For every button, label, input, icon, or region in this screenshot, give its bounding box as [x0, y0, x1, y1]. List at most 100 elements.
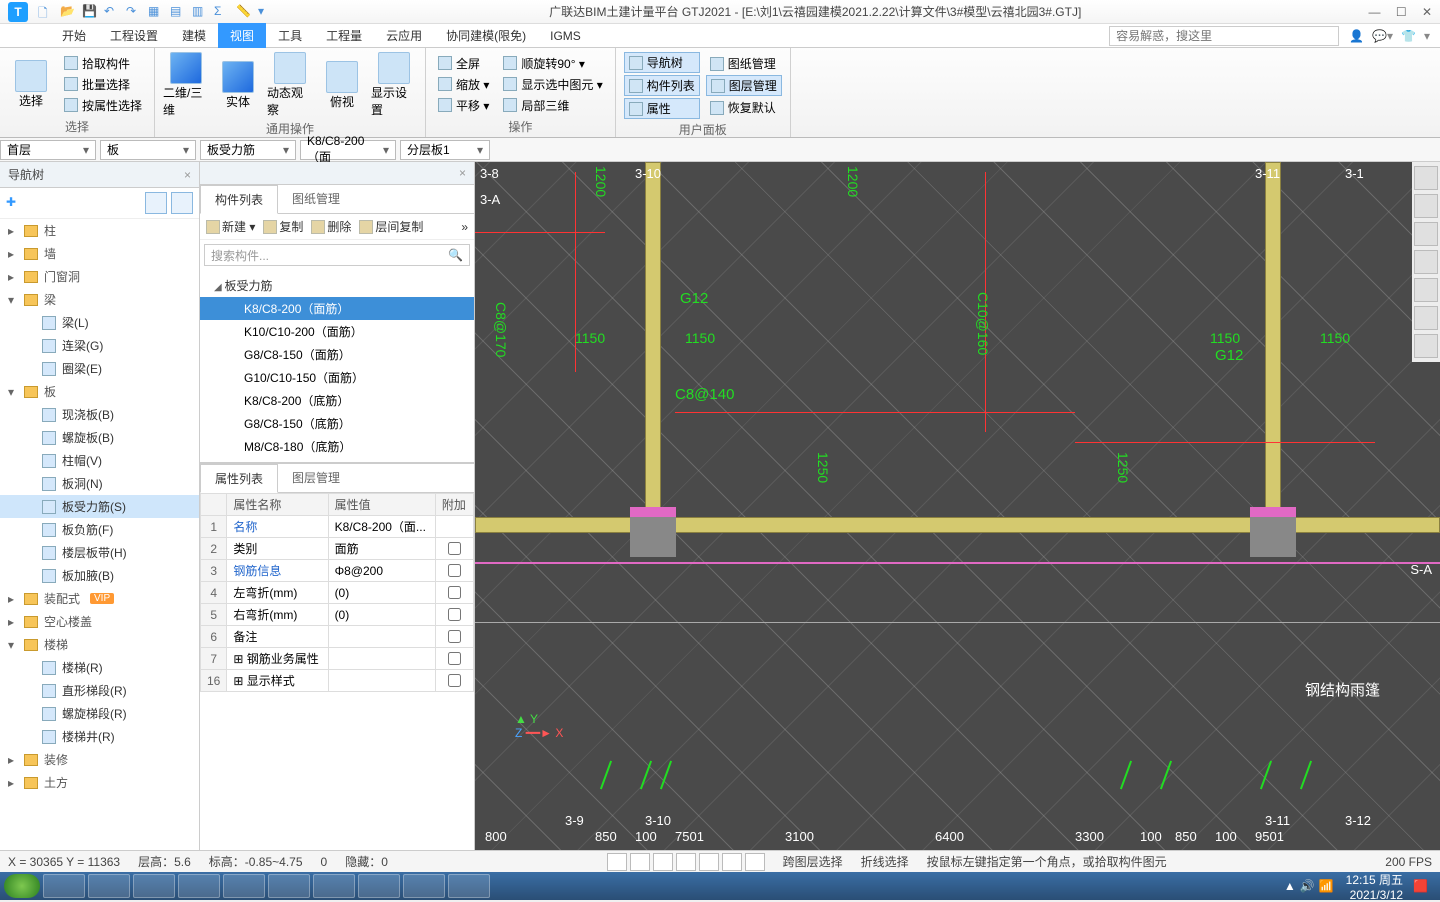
select-button[interactable]: 选择 — [8, 60, 54, 109]
qat-redo-icon[interactable]: ↷ — [126, 4, 142, 20]
qat-ruler-icon[interactable]: 📏 — [236, 4, 252, 20]
status-tool[interactable] — [653, 853, 673, 871]
delete-button[interactable]: 删除 — [311, 218, 351, 235]
complist-toggle[interactable]: 构件列表 — [624, 75, 700, 96]
view-icon[interactable] — [1414, 278, 1438, 302]
layer-select[interactable]: 分层板1 — [400, 140, 490, 160]
minimize-button[interactable]: — — [1368, 5, 1380, 19]
zoom-button[interactable]: 缩放 ▾ — [434, 75, 493, 94]
qat-icon[interactable]: ▦ — [148, 4, 164, 20]
taskbar-item[interactable] — [133, 874, 175, 898]
user-icon[interactable]: 👤 — [1349, 29, 1364, 43]
component-item[interactable]: G8/C8-150（面筋） — [200, 343, 474, 366]
component-item[interactable]: K8/C8-200（面筋） — [200, 297, 474, 320]
close-icon[interactable]: × — [184, 168, 191, 182]
nav-category[interactable]: ▸墙 — [0, 242, 199, 265]
taskbar-item[interactable] — [268, 874, 310, 898]
view-mode-1[interactable] — [145, 192, 167, 214]
nav-item[interactable]: 现浇板(B) — [0, 403, 199, 426]
qat-new-icon[interactable]: 🗋 — [38, 4, 54, 20]
rotate90-button[interactable]: 顺旋转90° ▾ — [499, 54, 606, 73]
fullscreen-button[interactable]: 全屏 — [434, 54, 493, 73]
tab-properties[interactable]: 属性列表 — [200, 464, 278, 493]
close-icon[interactable]: × — [459, 166, 466, 180]
nav-item[interactable]: 柱帽(V) — [0, 449, 199, 472]
status-tool[interactable] — [630, 853, 650, 871]
viewcube-icon[interactable] — [1414, 166, 1438, 190]
maximize-button[interactable]: ☐ — [1396, 5, 1407, 19]
status-tool[interactable] — [699, 853, 719, 871]
nav-category[interactable]: ▸柱 — [0, 219, 199, 242]
nav-category[interactable]: ▸装配式VIP — [0, 587, 199, 610]
nav-item[interactable]: 板加腋(B) — [0, 564, 199, 587]
nav-item[interactable]: 螺旋板(B) — [0, 426, 199, 449]
tray-icon[interactable]: 🟥 — [1413, 879, 1428, 893]
component-item[interactable]: G10/C10-150（面筋） — [200, 366, 474, 389]
tray-icon[interactable]: 🔊 — [1300, 879, 1315, 893]
qat-undo-icon[interactable]: ↶ — [104, 4, 120, 20]
nav-category[interactable]: ▾楼梯 — [0, 633, 199, 656]
taskbar-item[interactable] — [43, 874, 85, 898]
tab-tools[interactable]: 工具 — [266, 23, 314, 48]
component-item[interactable]: M8/C8-180（底筋） — [200, 435, 474, 458]
nav-item[interactable]: 板洞(N) — [0, 472, 199, 495]
component-item[interactable]: G8/C8-150（底筋） — [200, 412, 474, 435]
nav-category[interactable]: ▾梁 — [0, 288, 199, 311]
tab-start[interactable]: 开始 — [50, 23, 98, 48]
tab-project-settings[interactable]: 工程设置 — [98, 23, 170, 48]
more-icon[interactable]: » — [461, 220, 468, 234]
tab-collab[interactable]: 协同建模(限免) — [434, 23, 538, 48]
add-icon[interactable]: ✚ — [6, 195, 22, 211]
nav-item[interactable]: 板负筋(F) — [0, 518, 199, 541]
nav-item[interactable]: 螺旋梯段(R) — [0, 702, 199, 725]
nav-item[interactable]: 板受力筋(S) — [0, 495, 199, 518]
nav-item[interactable]: 圈梁(E) — [0, 357, 199, 380]
3d-icon[interactable] — [1414, 194, 1438, 218]
nav-category[interactable]: ▸门窗洞 — [0, 265, 199, 288]
orbit-button[interactable]: 动态观察 — [267, 52, 313, 118]
help-icon[interactable]: ▾ — [1424, 29, 1430, 43]
nav-category[interactable]: ▸空心楼盖 — [0, 610, 199, 633]
status-tool[interactable] — [722, 853, 742, 871]
floor-select[interactable]: 首层 — [0, 140, 96, 160]
taskbar-item[interactable] — [88, 874, 130, 898]
tab-quantity[interactable]: 工程量 — [314, 23, 374, 48]
taskbar-item[interactable] — [313, 874, 355, 898]
taskbar-item[interactable] — [448, 874, 490, 898]
component-search[interactable]: 搜索构件...🔍 — [204, 244, 470, 266]
pick-component-button[interactable]: 拾取构件 — [60, 54, 146, 73]
tab-modeling[interactable]: 建模 — [170, 23, 218, 48]
nav-item[interactable]: 梁(L) — [0, 311, 199, 334]
category-select[interactable]: 板 — [100, 140, 196, 160]
new-button[interactable]: 新建 ▾ — [206, 218, 255, 235]
select-by-prop-button[interactable]: 按属性选择 — [60, 96, 146, 115]
navtree-toggle[interactable]: 导航树 — [624, 52, 700, 73]
batch-select-button[interactable]: 批量选择 — [60, 75, 146, 94]
props-toggle[interactable]: 属性 — [624, 98, 700, 119]
show-selected-button[interactable]: 显示选中图元 ▾ — [499, 75, 606, 94]
local-3d-button[interactable]: 局部三维 — [499, 96, 606, 115]
nav-item[interactable]: 楼梯(R) — [0, 656, 199, 679]
status-tool[interactable] — [745, 853, 765, 871]
nav-item[interactable]: 直形梯段(R) — [0, 679, 199, 702]
nav-category[interactable]: ▸土方 — [0, 771, 199, 794]
refresh-icon[interactable] — [1414, 306, 1438, 330]
notif-icon[interactable]: 💬▾ — [1372, 29, 1393, 43]
layer-mgr-button[interactable]: 图层管理 — [706, 75, 782, 96]
list-icon[interactable] — [1414, 334, 1438, 358]
floor-copy-button[interactable]: 层间复制 — [359, 218, 423, 235]
nav-category[interactable]: ▾板 — [0, 380, 199, 403]
subcategory-select[interactable]: 板受力筋 — [200, 140, 296, 160]
taskbar-item[interactable] — [178, 874, 220, 898]
viewport[interactable]: 3-83-103-113-13-AS-A12001200115011501150… — [475, 162, 1440, 850]
component-item[interactable]: K8/C8-200（底筋） — [200, 389, 474, 412]
drawing-mgr-button[interactable]: 图纸管理 — [706, 54, 782, 73]
tab-view[interactable]: 视图 — [218, 23, 266, 48]
taskbar-item[interactable] — [403, 874, 445, 898]
solid-button[interactable]: 实体 — [215, 61, 261, 110]
start-button[interactable] — [4, 874, 40, 898]
qat-dropdown-icon[interactable]: ▾ — [258, 4, 274, 20]
qat-open-icon[interactable]: 📂 — [60, 4, 76, 20]
tray-icon[interactable]: ▲ — [1284, 879, 1296, 893]
tab-component-list[interactable]: 构件列表 — [200, 185, 278, 214]
